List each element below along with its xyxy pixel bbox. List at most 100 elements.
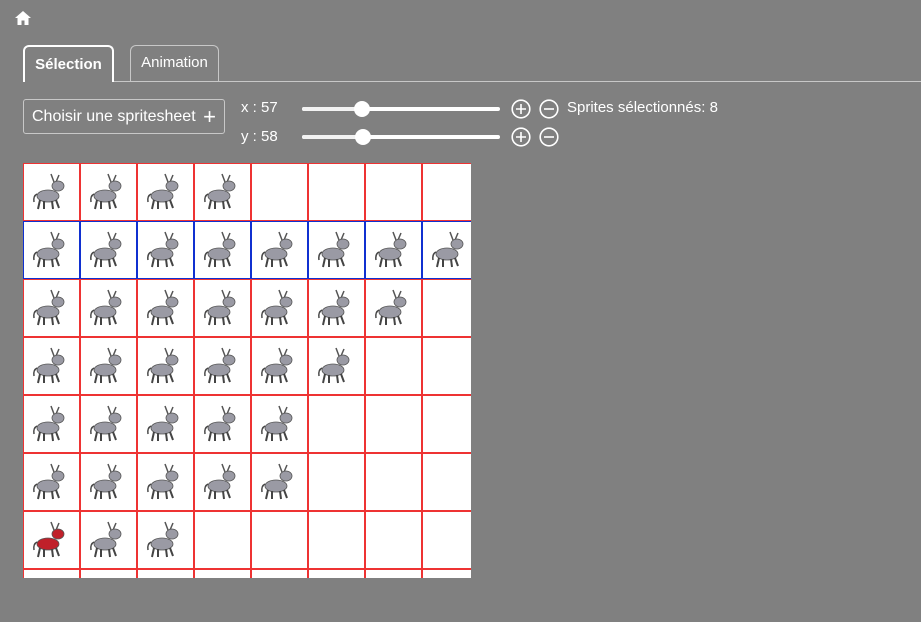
donkey-sprite-icon	[261, 405, 293, 442]
plus-circle-icon	[511, 127, 531, 147]
sprite-cell[interactable]	[137, 279, 194, 337]
sprite-cell[interactable]	[137, 337, 194, 395]
sprite-cell[interactable]	[308, 337, 365, 395]
sprite-cell[interactable]	[194, 163, 251, 221]
sprite-cell[interactable]	[365, 453, 422, 511]
sprite-cell[interactable]	[251, 569, 308, 578]
sprite-cell[interactable]	[23, 337, 80, 395]
home-button[interactable]	[13, 8, 33, 28]
sprite-cell[interactable]	[308, 569, 365, 578]
choose-spritesheet-button[interactable]: Choisir une spritesheet +	[23, 99, 225, 134]
sprite-cell[interactable]	[422, 221, 471, 279]
y-label: y : 58	[241, 128, 278, 145]
sprite-cell[interactable]	[422, 337, 471, 395]
sprite-cell[interactable]	[308, 163, 365, 221]
donkey-sprite-icon	[33, 347, 65, 384]
x-slider[interactable]	[302, 101, 500, 117]
sprite-cell[interactable]	[251, 221, 308, 279]
sprite-cell[interactable]	[251, 453, 308, 511]
x-increase-button[interactable]	[511, 99, 531, 119]
sprite-cell[interactable]	[365, 337, 422, 395]
sprite-cell[interactable]	[365, 221, 422, 279]
sprite-cell[interactable]	[137, 511, 194, 569]
x-label: x : 57	[241, 99, 278, 116]
y-slider-fill	[302, 135, 363, 139]
donkey-sprite-icon	[432, 231, 464, 268]
x-slider-thumb[interactable]	[353, 101, 370, 117]
plus-circle-icon	[511, 99, 531, 119]
donkey-sprite-icon	[33, 463, 65, 500]
minus-circle-icon	[539, 99, 559, 119]
sprite-cell[interactable]	[194, 395, 251, 453]
sprite-cell[interactable]	[251, 395, 308, 453]
sprite-cell[interactable]	[80, 279, 137, 337]
donkey-sprite-icon	[90, 463, 122, 500]
sprite-cell[interactable]	[365, 569, 422, 578]
sprite-cell[interactable]	[80, 221, 137, 279]
sprite-cell[interactable]	[23, 221, 80, 279]
sprite-cell[interactable]	[23, 163, 80, 221]
sprite-cell[interactable]	[251, 163, 308, 221]
donkey-sprite-icon	[33, 405, 65, 442]
sprite-cell[interactable]	[137, 453, 194, 511]
sprite-cell[interactable]	[365, 395, 422, 453]
tab-animation[interactable]: Animation	[130, 45, 219, 81]
y-increase-button[interactable]	[511, 127, 531, 147]
sprite-cell[interactable]	[194, 337, 251, 395]
sprite-cell[interactable]	[23, 453, 80, 511]
donkey-sprite-icon	[147, 289, 179, 326]
sprite-cell[interactable]	[308, 453, 365, 511]
sprite-cell[interactable]	[365, 511, 422, 569]
donkey-sprite-icon	[204, 173, 236, 210]
sprite-cell[interactable]	[308, 395, 365, 453]
donkey-sprite-icon	[33, 289, 65, 326]
sprite-cell[interactable]	[137, 221, 194, 279]
donkey-sprite-icon	[147, 463, 179, 500]
y-slider-thumb[interactable]	[354, 129, 371, 145]
sprite-cell[interactable]	[137, 395, 194, 453]
sprite-cell[interactable]	[308, 511, 365, 569]
sprite-cell[interactable]	[194, 511, 251, 569]
sprite-cell[interactable]	[422, 511, 471, 569]
sprite-cell[interactable]	[308, 279, 365, 337]
donkey-sprite-icon	[147, 521, 179, 558]
sprite-cell[interactable]	[80, 395, 137, 453]
sprite-cell[interactable]	[251, 337, 308, 395]
sprite-cell[interactable]	[137, 163, 194, 221]
y-decrease-button[interactable]	[539, 127, 559, 147]
sprite-cell[interactable]	[308, 221, 365, 279]
donkey-sprite-icon	[33, 521, 65, 558]
sprite-cell[interactable]	[422, 395, 471, 453]
sprite-cell[interactable]	[251, 511, 308, 569]
x-decrease-button[interactable]	[539, 99, 559, 119]
sprite-cell[interactable]	[251, 279, 308, 337]
sprite-cell[interactable]	[23, 279, 80, 337]
sprite-cell[interactable]	[194, 453, 251, 511]
sprite-cell[interactable]	[422, 569, 471, 578]
sprite-cell[interactable]	[422, 279, 471, 337]
sprite-cell[interactable]	[80, 569, 137, 578]
sprite-cell[interactable]	[80, 453, 137, 511]
sprite-cell[interactable]	[80, 337, 137, 395]
donkey-sprite-icon	[147, 347, 179, 384]
sprite-cell[interactable]	[23, 569, 80, 578]
sprite-cell[interactable]	[422, 453, 471, 511]
donkey-sprite-icon	[33, 231, 65, 268]
sprite-cell[interactable]	[365, 163, 422, 221]
sprite-cell[interactable]	[23, 395, 80, 453]
minus-circle-icon	[539, 127, 559, 147]
donkey-sprite-icon	[318, 347, 350, 384]
sprite-cell[interactable]	[23, 511, 80, 569]
sprite-cell[interactable]	[422, 163, 471, 221]
sprite-cell[interactable]	[194, 569, 251, 578]
y-slider[interactable]	[302, 129, 500, 145]
sprite-cell[interactable]	[80, 511, 137, 569]
spritesheet-grid[interactable]	[23, 163, 471, 578]
sprite-cell[interactable]	[194, 279, 251, 337]
sprite-cell[interactable]	[194, 221, 251, 279]
sprite-cell[interactable]	[80, 163, 137, 221]
donkey-sprite-icon	[318, 231, 350, 268]
sprite-cell[interactable]	[365, 279, 422, 337]
tab-selection[interactable]: Sélection	[23, 45, 114, 82]
sprite-cell[interactable]	[137, 569, 194, 578]
